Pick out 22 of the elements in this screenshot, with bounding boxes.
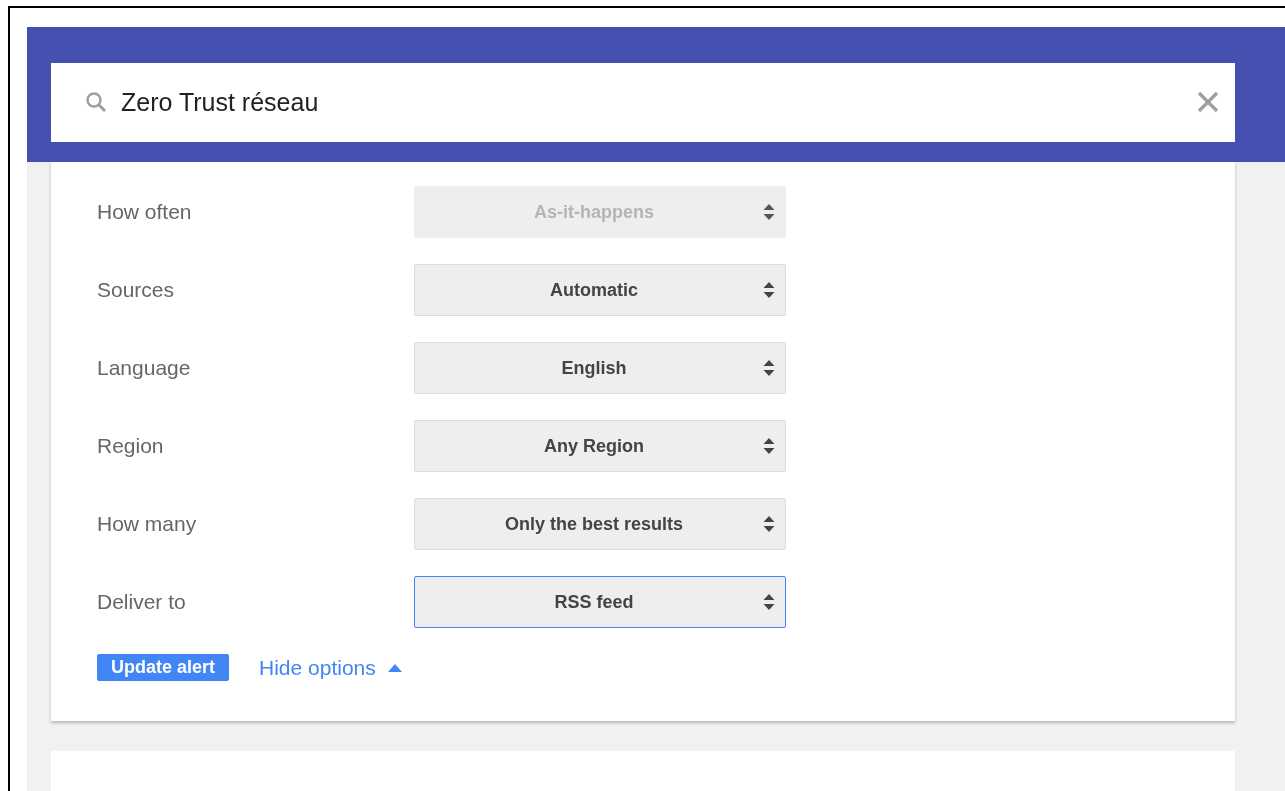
option-label: How many (97, 512, 198, 536)
dropdown[interactable]: Only the best results (414, 498, 786, 550)
up-down-arrows-icon (763, 593, 775, 611)
up-down-arrows-icon (763, 515, 775, 533)
close-icon[interactable] (1197, 91, 1219, 113)
update-alert-button[interactable]: Update alert (97, 654, 230, 681)
dropdown[interactable]: Any Region (414, 420, 786, 472)
hide-options-link[interactable]: Hide options (259, 655, 402, 680)
up-down-arrows-icon (763, 203, 775, 221)
dropdown[interactable]: RSS feed (414, 576, 786, 628)
up-down-arrows-icon (763, 359, 775, 377)
caret-up-icon (387, 663, 402, 672)
up-down-arrows-icon (763, 437, 775, 455)
option-label: Deliver to (97, 590, 187, 614)
dropdown[interactable]: English (414, 342, 786, 394)
option-label: Sources (97, 278, 176, 302)
option-label: Language (97, 356, 192, 380)
up-down-arrows-icon (763, 281, 775, 299)
search-field[interactable]: Zero Trust réseau (51, 63, 1235, 142)
option-label: Region (97, 434, 165, 458)
option-label: How often (97, 200, 193, 224)
dropdown[interactable]: Automatic (414, 264, 786, 316)
